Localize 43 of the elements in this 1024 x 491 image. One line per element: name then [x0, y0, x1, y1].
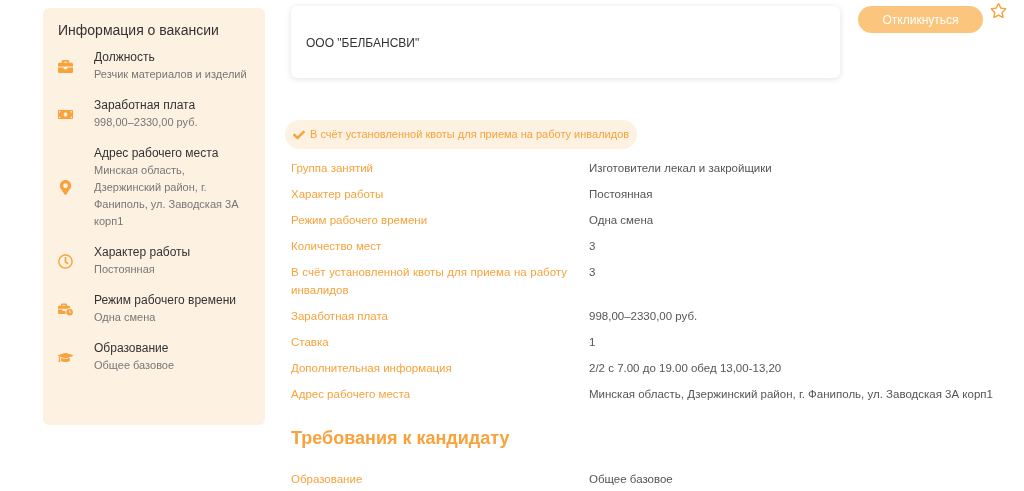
- info-value: 998,00–2330,00 руб.: [94, 115, 199, 130]
- detail-label: Режим рабочего времени: [291, 213, 429, 228]
- map-pin-icon: [58, 180, 73, 195]
- info-value: Минская область, Дзержинский район, г. Фаниполь, ул. Заводская 3А корп1: [94, 163, 240, 229]
- detail-label: Образование: [291, 472, 364, 487]
- info-value: Резчик материалов и изделий: [94, 67, 248, 82]
- detail-value: Постоянная: [589, 187, 653, 202]
- info-label: Адрес рабочего места: [94, 145, 220, 162]
- detail-value: Одна смена: [589, 213, 654, 228]
- detail-label: Заработная плата: [291, 309, 389, 324]
- clock-icon: [58, 253, 73, 269]
- briefcase-clock-icon: [58, 301, 73, 317]
- section-heading: Требования к кандидату: [291, 427, 511, 450]
- apply-button[interactable]: Откликнуться: [858, 6, 983, 33]
- star-icon[interactable]: [990, 2, 1007, 19]
- detail-value: Минская область, Дзержинский район, г. Фаниполь, ул. Заводская 3А корп1: [589, 387, 993, 402]
- detail-value: 3: [589, 265, 596, 280]
- info-label: Образование: [94, 340, 170, 357]
- detail-value: 3: [589, 239, 596, 254]
- detail-value: 1: [589, 335, 596, 350]
- check-icon: [293, 128, 305, 141]
- detail-label: Количество мест: [291, 239, 383, 254]
- quota-text: В счёт установленной квоты для приема на работу инвалидов: [310, 127, 630, 143]
- detail-label: Группа занятий: [291, 161, 374, 176]
- detail-value: 2/2 с 7.00 до 19.00 обед 13,00-13,20: [589, 361, 782, 376]
- detail-label: Адрес рабочего места: [291, 387, 412, 402]
- detail-value: Изготовители лекал и закройщики: [589, 161, 772, 176]
- panel-title: Информация о вакансии: [58, 21, 220, 40]
- detail-value: Общее базовое: [589, 472, 673, 487]
- info-label: Характер работы: [94, 244, 192, 261]
- detail-label: Дополнительная информация: [291, 361, 453, 376]
- info-value: Одна смена: [94, 310, 157, 325]
- info-label: Режим рабочего времени: [94, 292, 237, 309]
- detail-label: Ставка: [291, 335, 330, 350]
- info-label: Должность: [94, 49, 156, 66]
- detail-label: В счёт установленной квоты для приема на работу инвалидов: [291, 265, 568, 298]
- info-label: Заработная плата: [94, 97, 197, 114]
- info-value: Общее базовое: [94, 358, 176, 373]
- detail-label: Характер работы: [291, 187, 385, 202]
- detail-value: 998,00–2330,00 руб.: [589, 309, 698, 324]
- info-value: Постоянная: [94, 262, 156, 277]
- employer-name: ООО "БЕЛБАНСВИ": [306, 36, 420, 50]
- briefcase-icon: [58, 58, 73, 74]
